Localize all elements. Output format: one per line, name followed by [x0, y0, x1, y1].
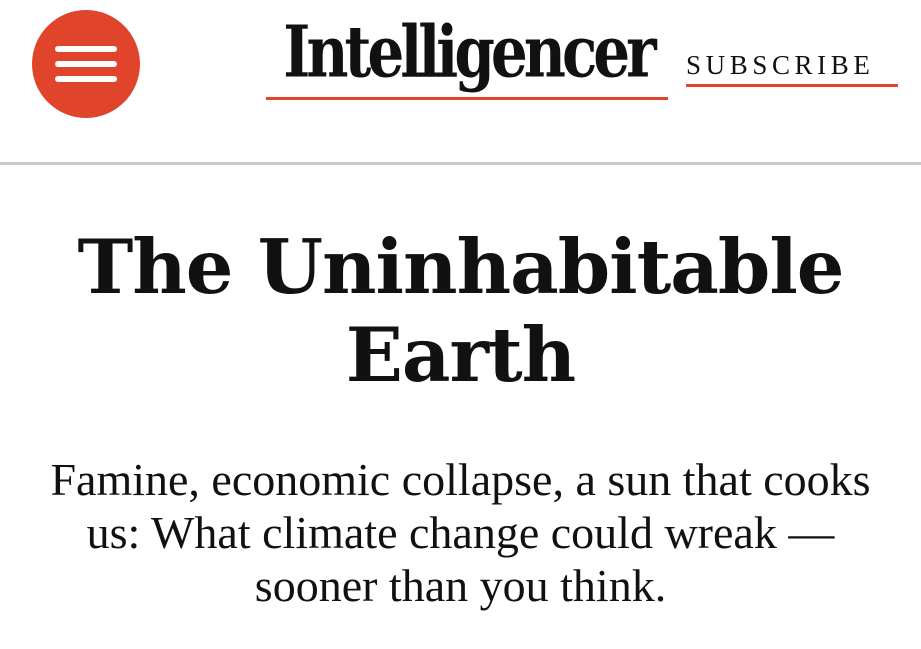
menu-icon-bar	[55, 46, 117, 52]
article-headline: The Uninhabitable Earth	[77, 223, 844, 399]
site-logo-link[interactable]: Intelligencer	[268, 11, 668, 102]
header-divider	[0, 162, 921, 165]
menu-button[interactable]	[32, 10, 140, 118]
subscribe-label: SUBSCRIBE	[686, 50, 875, 80]
site-header: Intelligencer SUBSCRIBE	[0, 0, 921, 162]
logo-underline	[266, 97, 668, 100]
menu-icon-bar	[55, 76, 117, 82]
subscribe-link[interactable]: SUBSCRIBE	[686, 48, 898, 86]
site-logo: Intelligencer	[283, 10, 656, 94]
menu-icon-bar	[55, 61, 117, 67]
article-dek: Famine, economic collapse, a sun that co…	[50, 454, 871, 611]
subscribe-underline	[686, 84, 898, 87]
